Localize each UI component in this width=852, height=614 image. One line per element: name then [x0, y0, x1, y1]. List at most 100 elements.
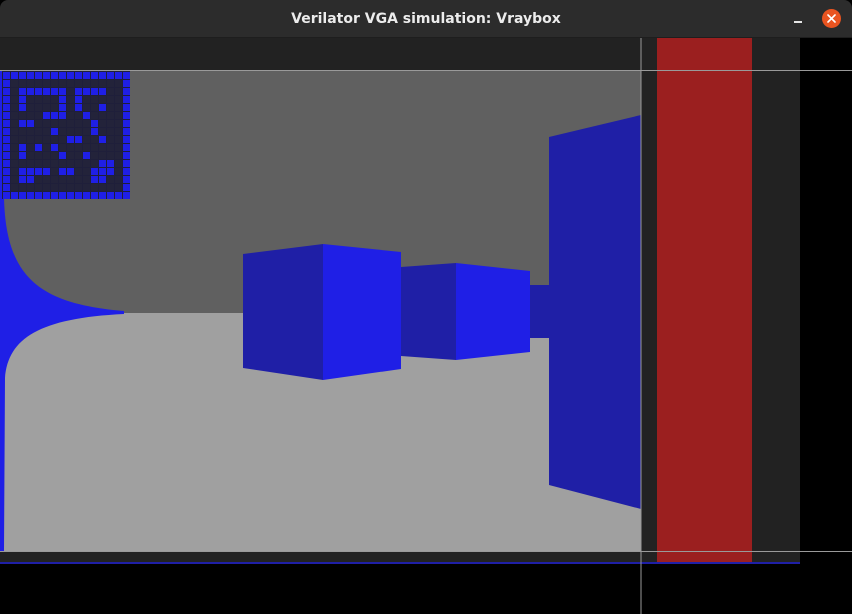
minimap-wall-cell [67, 192, 74, 199]
minimap-empty-cell [75, 160, 82, 167]
minimap-wall-cell [75, 104, 82, 111]
title-bar[interactable]: Verilator VGA simulation: Vraybox [0, 0, 852, 38]
minimap-wall-cell [107, 160, 114, 167]
minimap-empty-cell [35, 120, 42, 127]
minimap-wall-cell [19, 104, 26, 111]
minimap-wall-cell [99, 176, 106, 183]
minimap-wall-cell [43, 168, 50, 175]
minimap-empty-cell [83, 168, 90, 175]
minimap-wall-cell [59, 192, 66, 199]
minimap-wall-cell [91, 128, 98, 135]
minimap-empty-cell [67, 112, 74, 119]
minimap-empty-cell [35, 104, 42, 111]
minimap-wall-cell [51, 72, 58, 79]
minimap-wall-cell [123, 192, 130, 199]
block-1-side [243, 244, 323, 380]
minimap-empty-cell [59, 184, 66, 191]
minimap-empty-cell [43, 160, 50, 167]
minimap-empty-cell [115, 144, 122, 151]
far-wall-gap [530, 285, 549, 338]
minimize-button[interactable] [786, 9, 810, 29]
minimap-wall-cell [67, 168, 74, 175]
minimap-wall-cell [51, 144, 58, 151]
minimap-empty-cell [115, 136, 122, 143]
minimap-empty-cell [99, 112, 106, 119]
minimap-empty-cell [35, 184, 42, 191]
close-button[interactable] [822, 9, 841, 28]
minimap-wall-cell [3, 176, 10, 183]
minimap-empty-cell [67, 120, 74, 127]
minimap-wall-cell [67, 136, 74, 143]
minimap-empty-cell [99, 184, 106, 191]
right-wall [549, 115, 641, 509]
minimap-empty-cell [11, 120, 18, 127]
bottom-border [0, 551, 641, 562]
minimap-wall-cell [75, 192, 82, 199]
minimap-empty-cell [27, 128, 34, 135]
minimap-wall-cell [27, 168, 34, 175]
minimap-wall-cell [123, 168, 130, 175]
minimap-empty-cell [19, 128, 26, 135]
minimap-empty-cell [115, 96, 122, 103]
minimap-empty-cell [19, 184, 26, 191]
minimap-wall-cell [123, 136, 130, 143]
minimap-empty-cell [11, 112, 18, 119]
minimap-wall-cell [27, 88, 34, 95]
minimap-empty-cell [83, 96, 90, 103]
minimap-empty-cell [51, 96, 58, 103]
vga-display [0, 38, 852, 614]
minimap-empty-cell [115, 184, 122, 191]
minimap-wall-cell [27, 176, 34, 183]
minimap-empty-cell [115, 104, 122, 111]
minimap-empty-cell [107, 128, 114, 135]
minimap-empty-cell [107, 80, 114, 87]
minimap-wall-cell [35, 144, 42, 151]
minimap-wall-cell [3, 88, 10, 95]
minimap-empty-cell [107, 96, 114, 103]
minimap-wall-cell [35, 88, 42, 95]
minimap-wall-cell [19, 72, 26, 79]
minimap-wall-cell [107, 72, 114, 79]
minimap-empty-cell [59, 80, 66, 87]
minimap-empty-cell [43, 120, 50, 127]
minimap-empty-cell [43, 176, 50, 183]
minimap-empty-cell [99, 152, 106, 159]
minimap-empty-cell [99, 120, 106, 127]
minimap-empty-cell [43, 184, 50, 191]
minimap-empty-cell [107, 144, 114, 151]
minimap-wall-cell [3, 80, 10, 87]
game-viewport [0, 38, 852, 614]
window-title: Verilator VGA simulation: Vraybox [291, 11, 561, 27]
minimap-empty-cell [11, 136, 18, 143]
minimap-wall-cell [43, 88, 50, 95]
minimap-empty-cell [67, 80, 74, 87]
minimap-empty-cell [75, 184, 82, 191]
minimap-empty-cell [67, 176, 74, 183]
minimap-empty-cell [91, 144, 98, 151]
minimap-empty-cell [51, 176, 58, 183]
minimap-wall-cell [11, 192, 18, 199]
minimap-wall-cell [123, 72, 130, 79]
minimap-wall-cell [75, 96, 82, 103]
minimap-wall-cell [75, 136, 82, 143]
minimap-wall-cell [19, 152, 26, 159]
minimap-empty-cell [83, 128, 90, 135]
minimap-empty-cell [59, 160, 66, 167]
minimap-empty-cell [83, 136, 90, 143]
minimize-icon [794, 21, 802, 23]
minimap-empty-cell [51, 160, 58, 167]
minimap-empty-cell [67, 160, 74, 167]
minimap-empty-cell [51, 104, 58, 111]
minimap-empty-cell [51, 152, 58, 159]
minimap-wall-cell [99, 72, 106, 79]
minimap-wall-cell [83, 192, 90, 199]
minimap-empty-cell [11, 184, 18, 191]
minimap-empty-cell [75, 120, 82, 127]
minimap-wall-cell [107, 192, 114, 199]
minimap-empty-cell [67, 184, 74, 191]
minimap-wall-cell [123, 112, 130, 119]
minimap-wall-cell [59, 72, 66, 79]
minimap-wall-cell [3, 96, 10, 103]
minimap-empty-cell [67, 104, 74, 111]
minimap-empty-cell [83, 184, 90, 191]
